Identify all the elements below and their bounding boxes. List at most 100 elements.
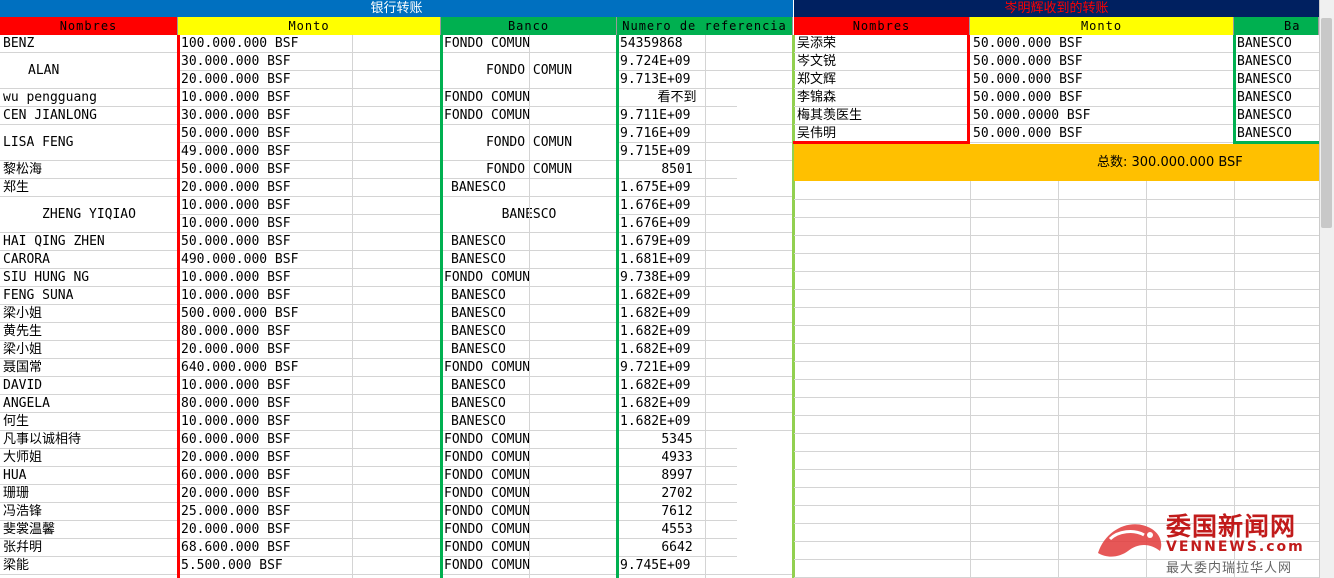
right-amount-cell[interactable]: 50.000.000 BSF: [970, 53, 1234, 71]
amount-cell[interactable]: 10.000.000 BSF: [178, 413, 441, 431]
right-amount-cell[interactable]: 50.000.000 BSF: [970, 35, 1234, 53]
amount-cell[interactable]: 490.000.000 BSF: [178, 251, 441, 269]
grid-line: [1058, 181, 1059, 578]
amount-cell[interactable]: 60.000.000 BSF: [178, 431, 441, 449]
name-cell[interactable]: ZHENG YIQIAO: [0, 197, 178, 233]
amount-cell[interactable]: 50.000.000 BSF: [178, 125, 441, 143]
amount-cell[interactable]: 640.000.000 BSF: [178, 359, 441, 377]
amount-cell[interactable]: 30.000.000 BSF: [178, 107, 441, 125]
total-bar: 总数: 300.000.000 BSF: [794, 144, 1319, 181]
reference-cell[interactable]: 5345: [617, 431, 737, 449]
amount-cell[interactable]: 10.000.000 BSF: [178, 377, 441, 395]
grid-line: [794, 307, 1319, 308]
reference-cell[interactable]: 2702: [617, 485, 737, 503]
amount-cell[interactable]: 20.000.000 BSF: [178, 485, 441, 503]
amount-cell[interactable]: 10.000.000 BSF: [178, 197, 441, 215]
grid-line: [794, 343, 1319, 344]
amount-cell[interactable]: 10.000.000 BSF: [178, 89, 441, 107]
name-cell[interactable]: 梁小姐: [0, 341, 178, 359]
amount-cell[interactable]: 50.000.000 BSF: [178, 233, 441, 251]
reference-cell[interactable]: 8501: [617, 161, 737, 179]
amount-cell[interactable]: 10.000.000 BSF: [178, 215, 441, 233]
vennews-watermark: 委国新闻网 VENNEWS.com 最大委内瑞拉华人网: [1090, 505, 1320, 576]
amount-cell[interactable]: 68.600.000 BSF: [178, 539, 441, 557]
amount-cell[interactable]: 80.000.000 BSF: [178, 323, 441, 341]
reference-cell[interactable]: 4553: [617, 521, 737, 539]
header-nombres: Nombres: [0, 17, 178, 35]
grid-line: [970, 181, 971, 578]
amount-cell[interactable]: 5.500.000 BSF: [178, 557, 441, 575]
name-cell[interactable]: 珊珊: [0, 485, 178, 503]
name-cell[interactable]: 梁能: [0, 557, 178, 575]
name-cell[interactable]: LISA FENG: [0, 125, 178, 161]
name-cell[interactable]: 张幷明: [0, 539, 178, 557]
column-border: [616, 35, 619, 578]
amount-cell[interactable]: 30.000.000 BSF: [178, 53, 441, 71]
right-header-banco: Ba: [1234, 17, 1319, 35]
grid-line: [794, 271, 1319, 272]
name-cell[interactable]: DAVID: [0, 377, 178, 395]
amount-cell[interactable]: 10.000.000 BSF: [178, 269, 441, 287]
right-amount-cell[interactable]: 50.000.000 BSF: [970, 71, 1234, 89]
name-cell[interactable]: 梁小姐: [0, 305, 178, 323]
amount-cell[interactable]: 10.000.000 BSF: [178, 287, 441, 305]
name-cell[interactable]: 斐裳温馨: [0, 521, 178, 539]
name-cell[interactable]: FENG SUNA: [0, 287, 178, 305]
name-cell[interactable]: 黄先生: [0, 323, 178, 341]
grid-line: [794, 235, 1319, 236]
name-cell[interactable]: 聂国常: [0, 359, 178, 377]
watermark-tagline: 最大委内瑞拉华人网: [1166, 561, 1293, 576]
bank-highlight-border: [1233, 35, 1319, 144]
name-cell[interactable]: BENZ: [0, 35, 178, 53]
name-cell[interactable]: CARORA: [0, 251, 178, 269]
amount-cell[interactable]: 20.000.000 BSF: [178, 341, 441, 359]
name-cell[interactable]: CEN JIANLONG: [0, 107, 178, 125]
amount-cell[interactable]: 50.000.000 BSF: [178, 161, 441, 179]
name-cell[interactable]: 大师姐: [0, 449, 178, 467]
reference-cell[interactable]: 7612: [617, 503, 737, 521]
grid-line: [352, 35, 353, 578]
name-cell[interactable]: wu pengguang: [0, 89, 178, 107]
grid-line: [794, 217, 1319, 218]
right-header-monto: Monto: [970, 17, 1234, 35]
grid-line: [794, 361, 1319, 362]
amount-cell[interactable]: 20.000.000 BSF: [178, 71, 441, 89]
amount-cell[interactable]: 49.000.000 BSF: [178, 143, 441, 161]
name-cell[interactable]: ANGELA: [0, 395, 178, 413]
left-table-banner: 银行转账: [0, 0, 793, 17]
dragon-logo-icon: [1098, 524, 1162, 557]
name-cell[interactable]: ALAN: [0, 53, 178, 89]
right-amount-cell[interactable]: 50.000.000 BSF: [970, 125, 1234, 143]
name-cell[interactable]: 凡事以诚相待: [0, 431, 178, 449]
names-highlight-box: [793, 35, 970, 144]
reference-cell[interactable]: 4933: [617, 449, 737, 467]
name-cell[interactable]: HUA: [0, 467, 178, 485]
grid-line: [794, 253, 1319, 254]
amount-cell[interactable]: 60.000.000 BSF: [178, 467, 441, 485]
grid-line: [794, 397, 1319, 398]
right-header-nombres: Nombres: [794, 17, 970, 35]
amount-cell[interactable]: 80.000.000 BSF: [178, 395, 441, 413]
name-cell[interactable]: 黎松海: [0, 161, 178, 179]
name-cell[interactable]: 冯浩锋: [0, 503, 178, 521]
right-amount-cell[interactable]: 50.000.000 BSF: [970, 89, 1234, 107]
header-banco: Banco: [441, 17, 617, 35]
grid-line: [794, 379, 1319, 380]
amount-cell[interactable]: 20.000.000 BSF: [178, 449, 441, 467]
amount-cell[interactable]: 20.000.000 BSF: [178, 521, 441, 539]
name-cell[interactable]: 郑生: [0, 179, 178, 197]
amount-cell[interactable]: 100.000.000 BSF: [178, 35, 441, 53]
total-text: 总数: 300.000.000 BSF: [1097, 155, 1243, 170]
right-amount-cell[interactable]: 50.000.0000 BSF: [970, 107, 1234, 125]
name-cell[interactable]: SIU HUNG NG: [0, 269, 178, 287]
reference-cell[interactable]: 6642: [617, 539, 737, 557]
name-cell[interactable]: HAI QING ZHEN: [0, 233, 178, 251]
reference-cell[interactable]: 8997: [617, 467, 737, 485]
amount-cell[interactable]: 20.000.000 BSF: [178, 179, 441, 197]
grid-line: [794, 289, 1319, 290]
amount-cell[interactable]: 500.000.000 BSF: [178, 305, 441, 323]
scrollbar-thumb[interactable]: [1321, 18, 1332, 228]
name-cell[interactable]: 何生: [0, 413, 178, 431]
reference-cell[interactable]: 看不到: [617, 89, 737, 107]
amount-cell[interactable]: 25.000.000 BSF: [178, 503, 441, 521]
